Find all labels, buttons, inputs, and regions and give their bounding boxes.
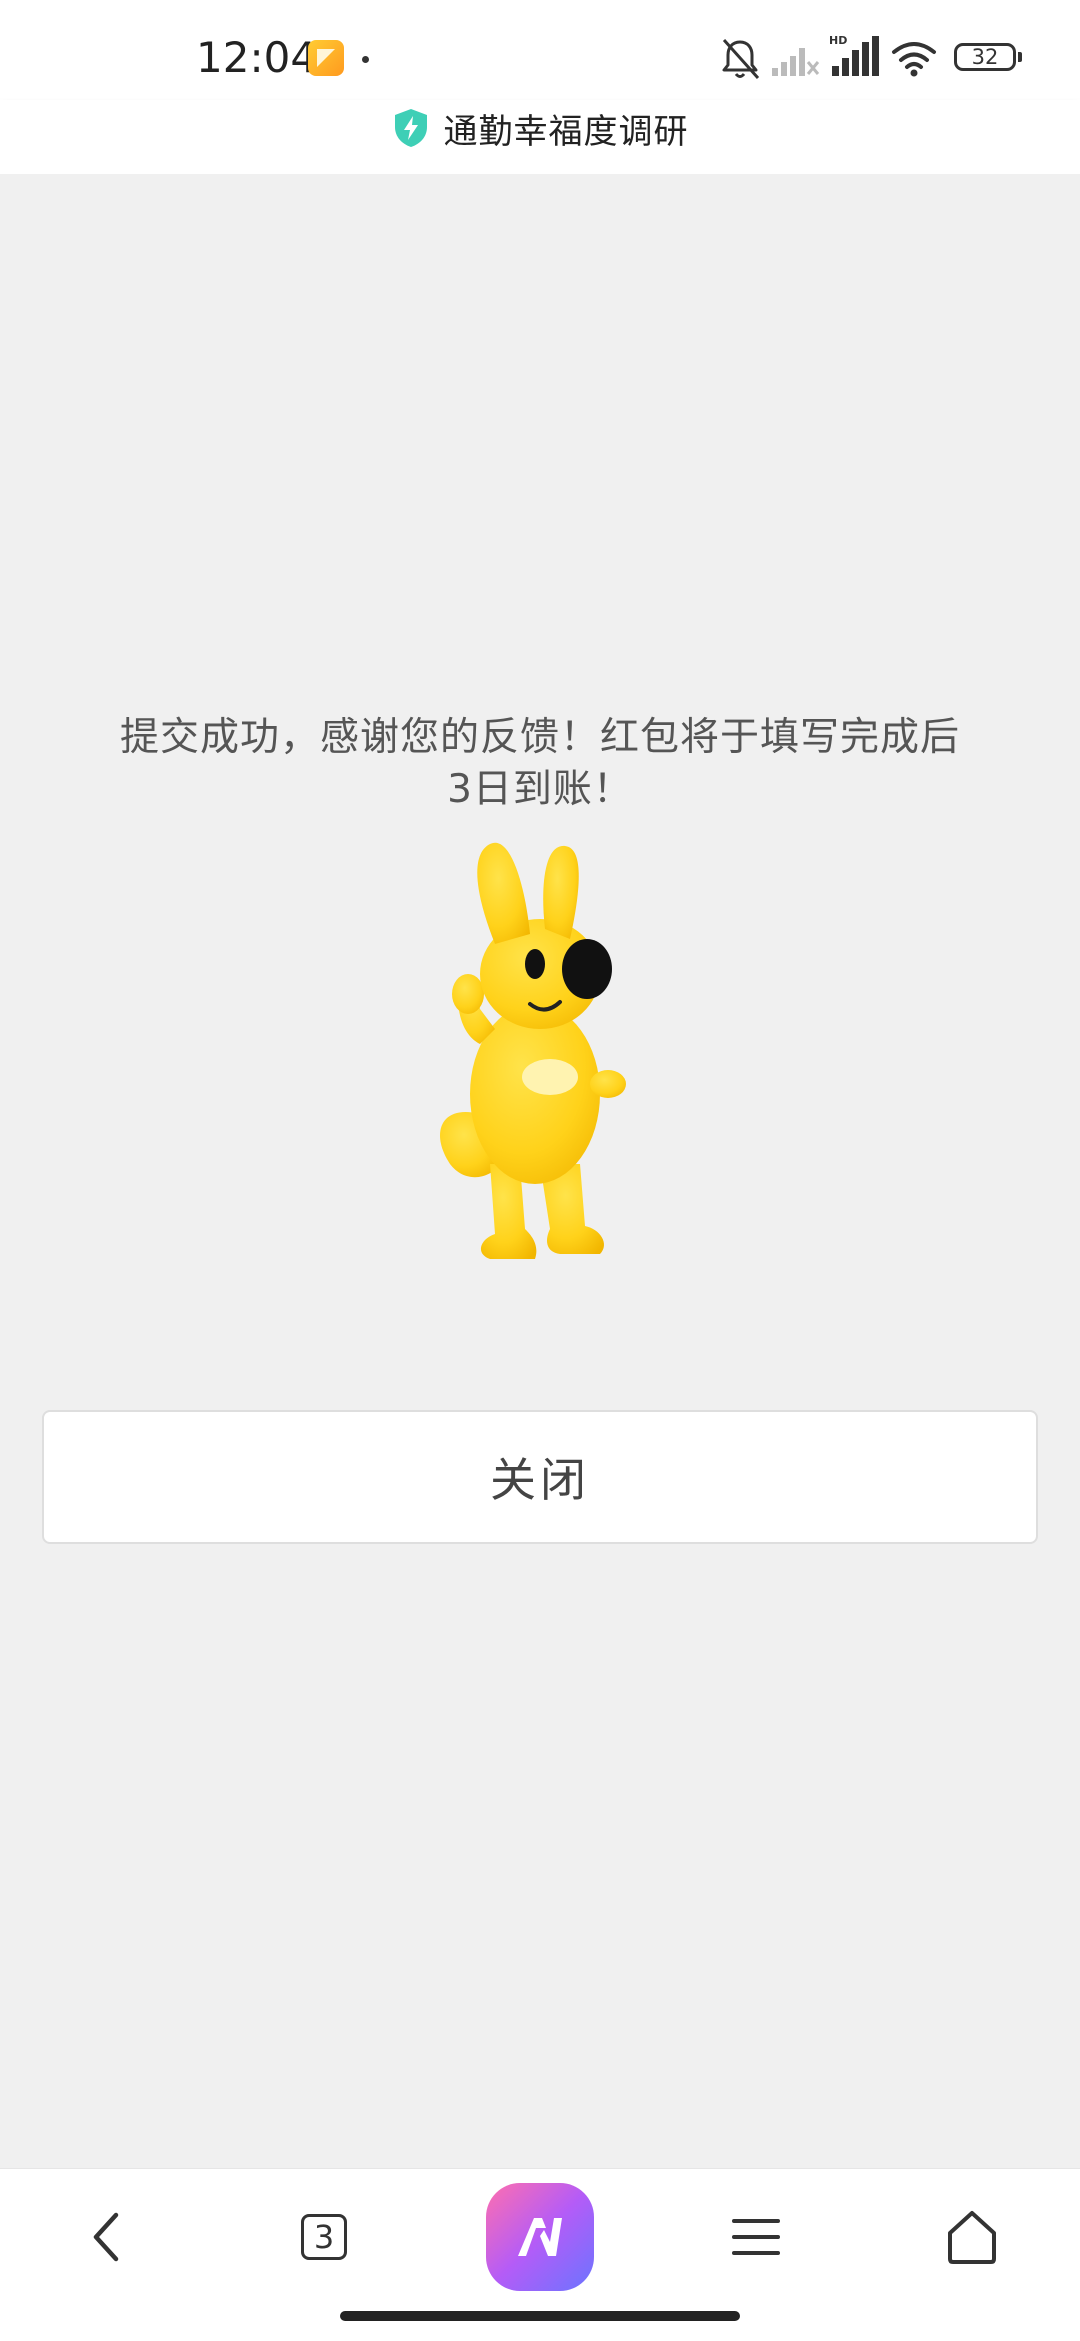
page-title: 通勤幸福度调研 bbox=[443, 111, 689, 152]
tabs-button[interactable]: 3 bbox=[264, 2187, 384, 2287]
gesture-home-indicator[interactable] bbox=[340, 2311, 740, 2321]
back-button[interactable] bbox=[46, 2187, 166, 2287]
shield-bolt-icon bbox=[394, 109, 427, 147]
status-time: 12:04 bbox=[196, 33, 318, 82]
notification-app-icon bbox=[308, 40, 344, 76]
ai-assistant-button[interactable] bbox=[480, 2183, 600, 2291]
tabs-icon: 3 bbox=[301, 2214, 347, 2260]
wifi-icon bbox=[892, 42, 936, 77]
title-bar: 通勤幸福度调研 bbox=[0, 100, 1080, 174]
mute-icon bbox=[722, 38, 760, 80]
hd-signal-icon: HD bbox=[829, 34, 879, 76]
main-content: 提交成功，感谢您的反馈！红包将于填写完成后3日到账！ 关闭 bbox=[0, 174, 1080, 2104]
notification-dot-icon bbox=[362, 56, 369, 63]
close-button[interactable]: 关闭 bbox=[42, 1410, 1038, 1544]
home-icon bbox=[948, 2211, 996, 2264]
menu-icon bbox=[732, 2219, 780, 2255]
battery-icon: 32 bbox=[954, 43, 1022, 71]
success-message: 提交成功，感谢您的反馈！红包将于填写完成后3日到账！ bbox=[119, 715, 960, 812]
signal-icon bbox=[772, 48, 820, 76]
status-bar: 12:04 HD 32 bbox=[0, 0, 1080, 100]
menu-button[interactable] bbox=[696, 2187, 816, 2287]
home-button[interactable] bbox=[912, 2187, 1032, 2287]
hd-label: HD bbox=[829, 34, 847, 47]
ai-assistant-icon bbox=[486, 2183, 594, 2291]
battery-level: 32 bbox=[971, 45, 999, 69]
tab-count: 3 bbox=[313, 2218, 335, 2256]
kangaroo-mascot-image bbox=[440, 842, 626, 1259]
back-icon bbox=[93, 2212, 119, 2262]
